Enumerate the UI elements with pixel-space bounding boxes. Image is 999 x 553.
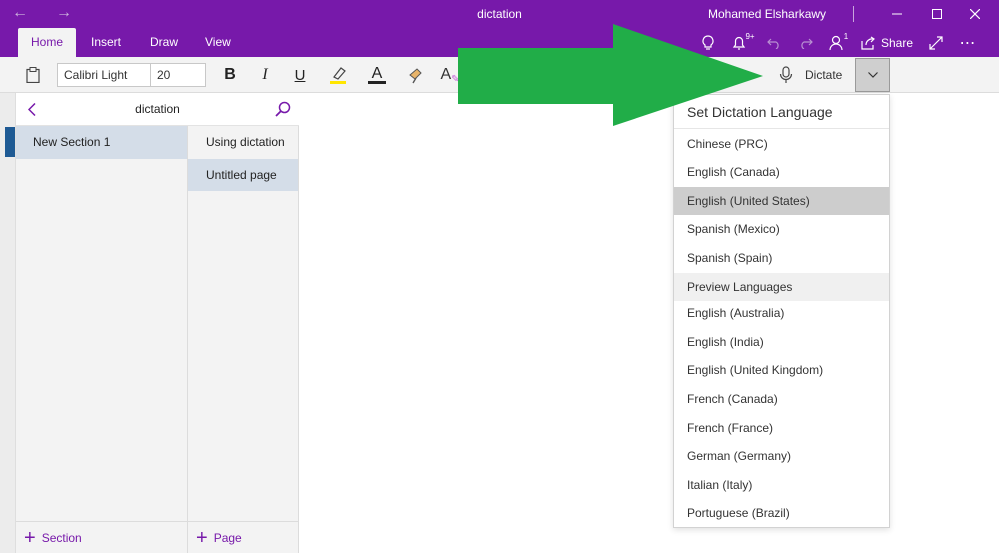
language-option[interactable]: English (India)	[674, 328, 889, 356]
maximize-button[interactable]	[917, 0, 957, 28]
dictate-button[interactable]: Dictate	[768, 57, 854, 93]
notification-count: 9+	[745, 31, 755, 41]
navigation-header: dictation	[16, 93, 299, 126]
add-section-label: Section	[41, 530, 82, 545]
clear-formatting-icon[interactable]: A ✎	[440, 64, 460, 86]
ribbon-tabs-row: Home Insert Draw View 9+ 1 Share ⋯	[0, 28, 999, 57]
fullscreen-icon[interactable]	[926, 32, 946, 54]
tab-home[interactable]: Home	[18, 28, 77, 57]
language-option[interactable]: English (Australia)	[674, 299, 889, 327]
undo-icon[interactable]	[764, 32, 784, 54]
title-separator	[853, 6, 854, 22]
add-section-button[interactable]: + Section	[16, 521, 187, 553]
search-icon[interactable]	[275, 101, 291, 117]
dictate-options-button[interactable]	[855, 58, 890, 92]
language-option[interactable]: Chinese (PRC)	[674, 130, 889, 158]
format-painter-icon[interactable]	[405, 64, 427, 86]
share-label: Share	[880, 36, 913, 50]
plus-icon: +	[196, 526, 208, 549]
underline-button[interactable]: U	[290, 64, 310, 86]
chevron-down-icon	[867, 72, 878, 78]
redo-icon[interactable]	[796, 32, 816, 54]
highlighter-button[interactable]	[326, 64, 350, 86]
add-page-label: Page	[213, 530, 242, 545]
notebook-name[interactable]: dictation	[16, 102, 299, 116]
add-page-button[interactable]: + Page	[188, 521, 298, 553]
tab-view[interactable]: View	[192, 28, 244, 57]
share-button[interactable]: Share	[861, 32, 913, 54]
section-item[interactable]: New Section 1	[16, 126, 187, 159]
dictation-language-menu: Set Dictation Language Chinese (PRC) Eng…	[673, 94, 890, 528]
home-toolbar: Calibri Light 20 B I U A A ✎ Dictate	[0, 57, 999, 93]
notebook-strip	[0, 93, 16, 553]
tab-insert[interactable]: Insert	[78, 28, 134, 57]
bold-button[interactable]: B	[220, 64, 240, 86]
font-size-field[interactable]: 20	[150, 63, 206, 87]
user-name[interactable]: Mohamed Elsharkawy	[708, 7, 826, 21]
notebook-color-marker	[5, 127, 15, 157]
share-icon	[861, 36, 875, 50]
font-color-button[interactable]: A	[366, 64, 388, 86]
font-color-swatch	[368, 81, 386, 84]
preview-languages-header: Preview Languages	[674, 273, 889, 301]
close-button[interactable]	[955, 0, 995, 28]
language-option-selected[interactable]: English (United States)	[674, 187, 889, 215]
language-option[interactable]: French (Canada)	[674, 385, 889, 413]
language-option[interactable]: French (France)	[674, 414, 889, 442]
tab-draw[interactable]: Draw	[137, 28, 191, 57]
minimize-button[interactable]	[877, 0, 917, 28]
font-name-field[interactable]: Calibri Light	[57, 63, 151, 87]
menu-title: Set Dictation Language	[674, 95, 889, 129]
language-option[interactable]: English (United Kingdom)	[674, 356, 889, 384]
page-item-selected[interactable]: Untitled page	[188, 159, 298, 191]
sections-pane: New Section 1 + Section	[16, 93, 188, 553]
dictate-label: Dictate	[805, 68, 843, 82]
close-icon	[970, 9, 980, 19]
notifications-bell-icon[interactable]: 9+	[730, 32, 758, 54]
minimize-icon	[892, 13, 902, 15]
people-count: 1	[843, 31, 849, 41]
language-option[interactable]: German (Germany)	[674, 442, 889, 470]
plus-icon: +	[24, 526, 36, 549]
title-bar: ← → dictation Mohamed Elsharkawy	[0, 0, 999, 28]
font-color-glyph: A	[371, 65, 383, 82]
page-canvas[interactable]	[300, 93, 999, 553]
language-option[interactable]: Spanish (Mexico)	[674, 215, 889, 243]
highlighter-icon	[330, 67, 346, 84]
language-option[interactable]: Spanish (Spain)	[674, 244, 889, 272]
page-item[interactable]: Using dictation	[188, 126, 298, 158]
more-options-icon[interactable]: ⋯	[958, 32, 978, 54]
clipboard-icon[interactable]	[24, 64, 42, 86]
lightbulb-icon[interactable]	[698, 32, 718, 54]
window-title: dictation	[477, 7, 522, 21]
microphone-icon	[779, 66, 793, 83]
language-option[interactable]: Italian (Italy)	[674, 471, 889, 499]
language-option[interactable]: Portuguese (Brazil)	[674, 499, 889, 527]
maximize-icon	[932, 9, 942, 19]
people-icon[interactable]: 1	[827, 32, 851, 54]
italic-button[interactable]: I	[255, 64, 275, 86]
pages-pane: Using dictation Untitled page + Page	[188, 93, 299, 553]
language-option[interactable]: English (Canada)	[674, 158, 889, 186]
